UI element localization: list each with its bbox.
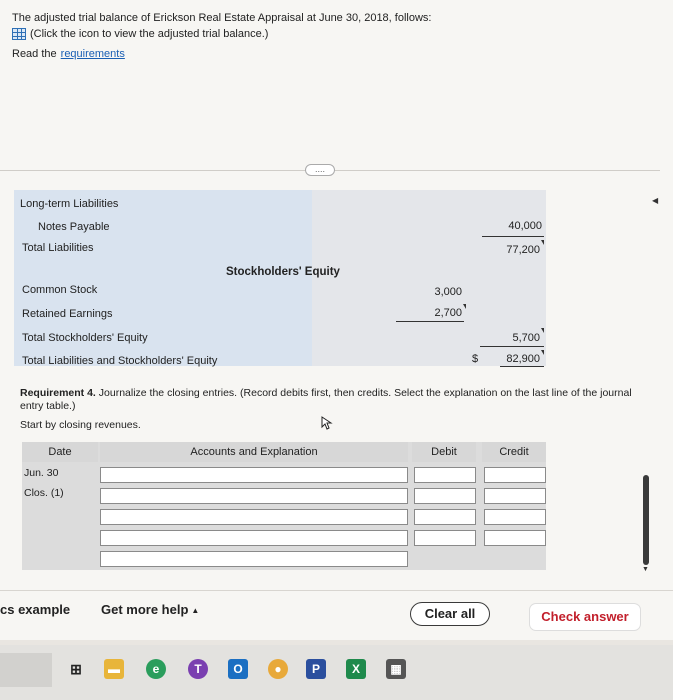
table-grid-icon[interactable]	[12, 28, 26, 40]
entry-date: Jun. 30	[24, 467, 59, 479]
requirement-label: Requirement 4.	[20, 387, 96, 399]
intro-line-2: (Click the icon to view the adjusted tri…	[30, 28, 269, 40]
double-underline-1	[500, 366, 544, 367]
taskbar-search-box[interactable]	[0, 653, 52, 687]
read-prefix: Read the	[12, 48, 57, 60]
balance-sheet-panel: Long-term Liabilities Notes Payable 40,0…	[14, 190, 546, 367]
retained-earnings-label: Retained Earnings	[22, 308, 113, 320]
requirement-body: Journalize the closing entries. (Record …	[20, 387, 632, 412]
publisher-icon[interactable]: P	[306, 659, 326, 679]
account-input-3[interactable]	[100, 509, 408, 525]
expand-button[interactable]: ....	[305, 164, 335, 176]
total-liabilities-value: 77,200	[506, 244, 540, 256]
retained-earnings-value: 2,700	[434, 307, 462, 319]
task-view-icon[interactable]: ⊞	[66, 659, 86, 679]
outlook-icon[interactable]: O	[228, 659, 248, 679]
account-input-2[interactable]	[100, 488, 408, 504]
dropdown-corner-icon	[463, 304, 466, 309]
get-more-help-label: Get more help	[101, 602, 189, 617]
start-instruction: Start by closing revenues.	[20, 419, 141, 431]
check-answer-button[interactable]: Check answer	[530, 604, 640, 630]
app-screen: The adjusted trial balance of Erickson R…	[0, 0, 673, 640]
similar-example-link[interactable]: cs example	[0, 602, 70, 617]
account-input-1[interactable]	[100, 467, 408, 483]
os-taskbar: ⊞ ▬ e T O ● P X ▦	[0, 645, 673, 700]
total-l-se-label: Total Liabilities and Stockholders' Equi…	[22, 355, 218, 367]
explanation-input[interactable]	[100, 551, 408, 567]
credit-input-2[interactable]	[484, 488, 546, 504]
mouse-pointer-icon	[321, 416, 333, 430]
journal-entry-table: Date Accounts and Explanation Debit Cred…	[22, 442, 546, 570]
credit-input-3[interactable]	[484, 509, 546, 525]
long-term-liabilities-label: Long-term Liabilities	[20, 198, 119, 210]
teams-icon[interactable]: T	[188, 659, 208, 679]
vertical-scrollbar[interactable]	[643, 475, 649, 565]
dropdown-corner-icon	[541, 350, 544, 355]
total-se-label: Total Stockholders' Equity	[22, 332, 148, 344]
excel-icon[interactable]: X	[346, 659, 366, 679]
header-debit: Debit	[412, 442, 476, 462]
scroll-down-icon[interactable]: ▼	[642, 566, 649, 573]
total-liabilities-label: Total Liabilities	[22, 242, 94, 254]
account-input-4[interactable]	[100, 530, 408, 546]
header-accounts: Accounts and Explanation	[100, 442, 408, 462]
clear-all-button[interactable]: Clear all	[410, 602, 490, 626]
debit-input-4[interactable]	[414, 530, 476, 546]
retained-earnings-underline	[396, 321, 464, 322]
calculator-icon[interactable]: ▦	[386, 659, 406, 679]
footer-bar: cs example Get more help ▲ Clear all Chec…	[0, 590, 673, 640]
edge-browser-icon[interactable]: e	[146, 659, 166, 679]
notes-payable-label: Notes Payable	[38, 221, 110, 233]
header-credit: Credit	[482, 442, 546, 462]
scroll-up-icon[interactable]: ◀	[652, 196, 658, 205]
get-more-help-button[interactable]: Get more help ▲	[101, 602, 199, 617]
header-date: Date	[22, 442, 98, 462]
debit-input-1[interactable]	[414, 467, 476, 483]
se-header: Stockholders' Equity	[226, 266, 340, 278]
total-se-underline	[480, 346, 544, 347]
credit-input-4[interactable]	[484, 530, 546, 546]
notes-payable-value: 40,000	[508, 220, 542, 232]
requirements-link[interactable]: requirements	[61, 46, 125, 62]
dropdown-corner-icon	[541, 328, 544, 333]
caret-up-icon: ▲	[191, 606, 200, 616]
total-se-value: 5,700	[512, 332, 540, 344]
total-l-se-value: 82,900	[506, 353, 540, 365]
debit-input-2[interactable]	[414, 488, 476, 504]
intro-line-1: The adjusted trial balance of Erickson R…	[12, 12, 432, 24]
credit-input-1[interactable]	[484, 467, 546, 483]
dropdown-corner-icon	[541, 240, 544, 245]
common-stock-label: Common Stock	[22, 284, 98, 296]
requirement-text: Requirement 4. Journalize the closing en…	[20, 387, 640, 413]
common-stock-value: 3,000	[434, 286, 462, 298]
debit-input-3[interactable]	[414, 509, 476, 525]
file-explorer-icon[interactable]: ▬	[104, 659, 124, 679]
notes-payable-underline	[482, 236, 544, 237]
entry-ref: Clos. (1)	[24, 487, 64, 499]
chrome-icon[interactable]: ●	[268, 659, 288, 679]
intro-text: The adjusted trial balance of Erickson R…	[12, 10, 431, 62]
